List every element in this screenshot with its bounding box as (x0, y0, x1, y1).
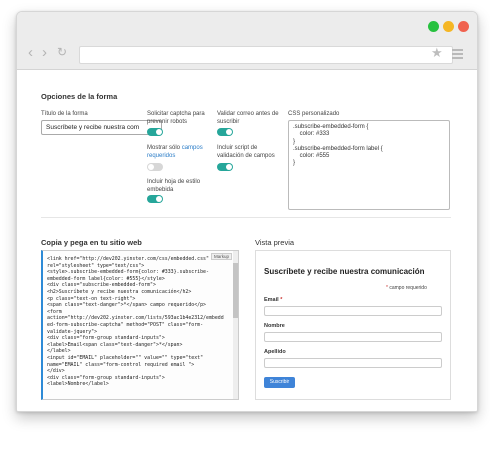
code-scrollbar[interactable] (233, 251, 238, 399)
code-line: name="EMAIL" class="form-control require… (47, 361, 195, 368)
code-line: <div class="subscribe-embedded-form"> (47, 282, 156, 289)
preview-panel: Suscríbete y recibe nuestra comunicación… (255, 250, 451, 400)
forward-icon[interactable]: › (42, 45, 47, 60)
code-line: ed-form-subscribe-captcha" method="POST"… (47, 321, 204, 328)
code-heading: Copia y pega en tu sitio web (41, 238, 142, 247)
custom-css-label: CSS personalizado (288, 111, 340, 117)
code-line: <span class="text-danger">*</span> campo… (47, 302, 206, 309)
close-button[interactable] (458, 21, 469, 32)
browser-window: ‹ › ↻ ★ Opciones de la forma Título de l… (16, 11, 478, 412)
form-title-input[interactable]: Suscríbete y recibe nuestra com (41, 120, 162, 135)
markup-badge: Markup (210, 253, 232, 260)
validation-script-label: Incluir script de validación de campos (217, 145, 275, 159)
code-line: embedded-form label{color: #555}</style> (47, 275, 165, 282)
code-line: <style>.subscribe-embedded-form{color: #… (47, 269, 209, 276)
required-only-toggle[interactable] (147, 163, 163, 171)
preview-nombre-label: Nombre (264, 323, 285, 329)
preview-nombre-input[interactable] (264, 332, 442, 342)
section-divider (41, 217, 451, 218)
code-line: <p class="text-on text-right"> (47, 295, 136, 302)
back-icon[interactable]: ‹ (28, 45, 33, 60)
options-heading: Opciones de la forma (41, 92, 118, 101)
browser-toolbar: ‹ › ↻ ★ (17, 12, 477, 70)
address-bar[interactable] (79, 46, 453, 64)
preview-apellido-label: Apellido (264, 349, 286, 355)
code-line: </label> (47, 348, 71, 355)
custom-css-textarea[interactable]: .subscribe-embedded-form { color: #333 }… (288, 120, 450, 210)
minimize-button[interactable] (443, 21, 454, 32)
validate-email-label: Validar correo antes de suscribir (217, 111, 279, 125)
code-line: <label>Nombre</label> (47, 381, 109, 388)
stylesheet-label: Incluir hoja de estilo embebida (147, 179, 201, 193)
code-line: rel="stylesheet" type="text/css"> (47, 262, 145, 269)
title-label: Título de la forma (41, 111, 88, 117)
code-lines: <link href="http://dev202.yinster.com/cs… (47, 256, 224, 388)
code-line: validate-jquery"> (47, 328, 98, 335)
code-line: <label>Email<span class="text-danger">*<… (47, 341, 183, 348)
code-line: action="http://dev202.yinster.com/lists/… (47, 315, 224, 322)
validation-script-toggle[interactable] (217, 163, 233, 171)
preview-email-input[interactable] (264, 306, 442, 316)
preview-form-title: Suscríbete y recibe nuestra comunicación (264, 267, 425, 276)
code-line: <h2>Suscríbete y recibe nuestra comunica… (47, 288, 192, 295)
captcha-toggle[interactable] (147, 128, 163, 136)
code-line: <div class="form-group standard-inputs"> (47, 374, 165, 381)
page-content: Opciones de la forma Título de la forma … (17, 70, 477, 411)
required-only-label: Mostrar sólo campos requeridos (147, 145, 203, 159)
code-line: <form (47, 308, 62, 315)
preview-subscribe-button[interactable]: Suscribir (264, 377, 295, 388)
preview-email-label: Email * (264, 297, 283, 303)
code-line: <link href="http://dev202.yinster.com/cs… (47, 256, 209, 262)
code-line: <div class="form-group standard-inputs"> (47, 335, 165, 342)
stylesheet-toggle[interactable] (147, 195, 163, 203)
preview-heading: Vista previa (255, 238, 295, 247)
reload-icon[interactable]: ↻ (57, 45, 67, 60)
menu-icon[interactable] (452, 49, 463, 61)
embed-code-textarea[interactable]: <link href="http://dev202.yinster.com/cs… (41, 250, 239, 400)
validate-email-toggle[interactable] (217, 128, 233, 136)
maximize-button[interactable] (428, 21, 439, 32)
code-line: <input id="EMAIL" placeholder="" value="… (47, 354, 204, 361)
captcha-label: Solicitar captcha para prevenir robots (147, 111, 205, 125)
preview-required-note: * campo requerido (386, 285, 427, 291)
bookmark-star-icon[interactable]: ★ (431, 45, 443, 61)
preview-apellido-input[interactable] (264, 358, 442, 368)
code-line: </div> (47, 368, 65, 375)
